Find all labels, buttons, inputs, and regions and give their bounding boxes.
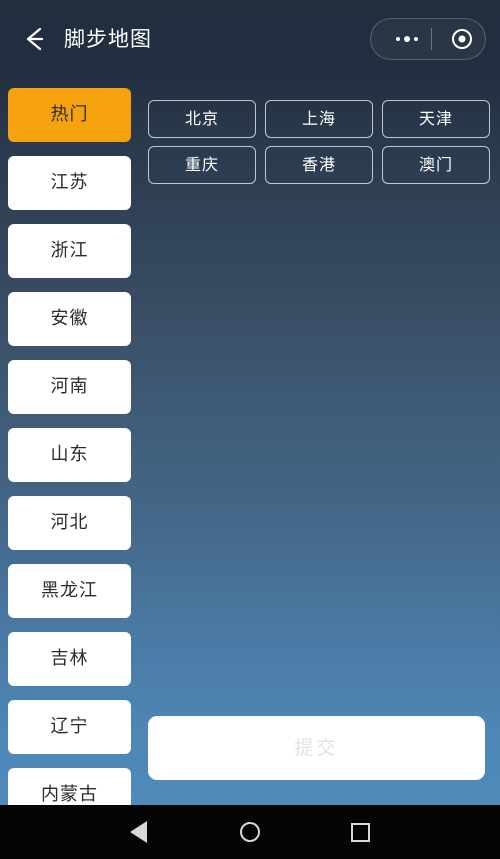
city-chip-5[interactable]: 澳门	[382, 146, 490, 184]
city-chip-label: 重庆	[184, 155, 219, 174]
sidebar-item-7[interactable]: 黑龙江	[8, 564, 131, 618]
city-chip-2[interactable]: 天津	[382, 100, 490, 138]
target-circle-icon[interactable]	[452, 29, 472, 49]
back-triangle-icon	[129, 821, 147, 843]
sidebar-item-4[interactable]: 河南	[8, 360, 131, 414]
dot-1	[396, 37, 400, 41]
city-chip-label: 天津	[418, 109, 453, 128]
back-arrow-icon[interactable]	[18, 22, 52, 56]
city-chip-label: 上海	[301, 109, 336, 128]
sidebar-item-6[interactable]: 河北	[8, 496, 131, 550]
sidebar-item-1[interactable]: 江苏	[8, 156, 131, 210]
sidebar-item-label: 江苏	[50, 172, 89, 193]
city-chip-label: 香港	[301, 155, 336, 174]
sidebar-item-label: 辽宁	[50, 716, 89, 737]
city-chip-label: 北京	[184, 109, 219, 128]
sidebar-item-label: 河北	[50, 512, 89, 533]
home-circle-icon	[240, 822, 260, 842]
nav-recents-button[interactable]	[325, 805, 395, 859]
sidebar-item-label: 黑龙江	[41, 580, 98, 601]
sidebar-item-8[interactable]: 吉林	[8, 632, 131, 686]
sidebar-item-label: 内蒙古	[41, 784, 98, 805]
city-chip-list: 北京 上海 天津重庆 香港 澳门	[148, 100, 492, 184]
sidebar-item-3[interactable]: 安徽	[8, 292, 131, 346]
city-chip-1[interactable]: 上海	[265, 100, 373, 138]
dot-3	[414, 37, 418, 41]
province-sidebar[interactable]: 热门江苏浙江安徽河南山东河北黑龙江吉林辽宁内蒙古	[0, 86, 140, 805]
city-chip-4[interactable]: 香港	[265, 146, 373, 184]
dot-2	[404, 36, 410, 42]
nav-home-button[interactable]	[215, 805, 285, 859]
sidebar-item-label: 安徽	[50, 308, 89, 329]
android-navigation-bar	[0, 805, 500, 859]
city-chip-0[interactable]: 北京	[148, 100, 256, 138]
sidebar-item-label: 河南	[50, 376, 89, 397]
sidebar-item-9[interactable]: 辽宁	[8, 700, 131, 754]
page-title: 脚步地图	[64, 27, 152, 51]
sidebar-item-label: 吉林	[50, 648, 89, 669]
content-panel: 北京 上海 天津重庆 香港 澳门 提交	[140, 86, 500, 805]
sidebar-item-0[interactable]: 热门	[8, 88, 131, 142]
nav-back-button[interactable]	[103, 805, 173, 859]
app-screen: 脚步地图 热门江苏浙江安徽河南山东河北黑龙江吉林辽宁内蒙古 北京 上海 天津重庆 香港…	[0, 0, 500, 859]
sidebar-item-10[interactable]: 内蒙古	[8, 768, 131, 805]
recents-square-icon	[350, 822, 370, 842]
city-chip-3[interactable]: 重庆	[148, 146, 256, 184]
submit-button-label: 提交	[294, 736, 339, 759]
sidebar-item-5[interactable]: 山东	[8, 428, 131, 482]
sidebar-item-2[interactable]: 浙江	[8, 224, 131, 278]
city-chip-label: 澳门	[418, 155, 453, 174]
wechat-capsule-menu	[370, 18, 486, 60]
sidebar-item-label: 山东	[50, 444, 89, 465]
app-header: 脚步地图	[0, 0, 500, 78]
submit-button[interactable]: 提交	[148, 716, 485, 780]
more-dots-icon[interactable]	[385, 19, 429, 59]
sidebar-item-label: 热门	[50, 104, 89, 125]
capsule-divider	[431, 28, 432, 50]
sidebar-item-label: 浙江	[50, 240, 89, 261]
